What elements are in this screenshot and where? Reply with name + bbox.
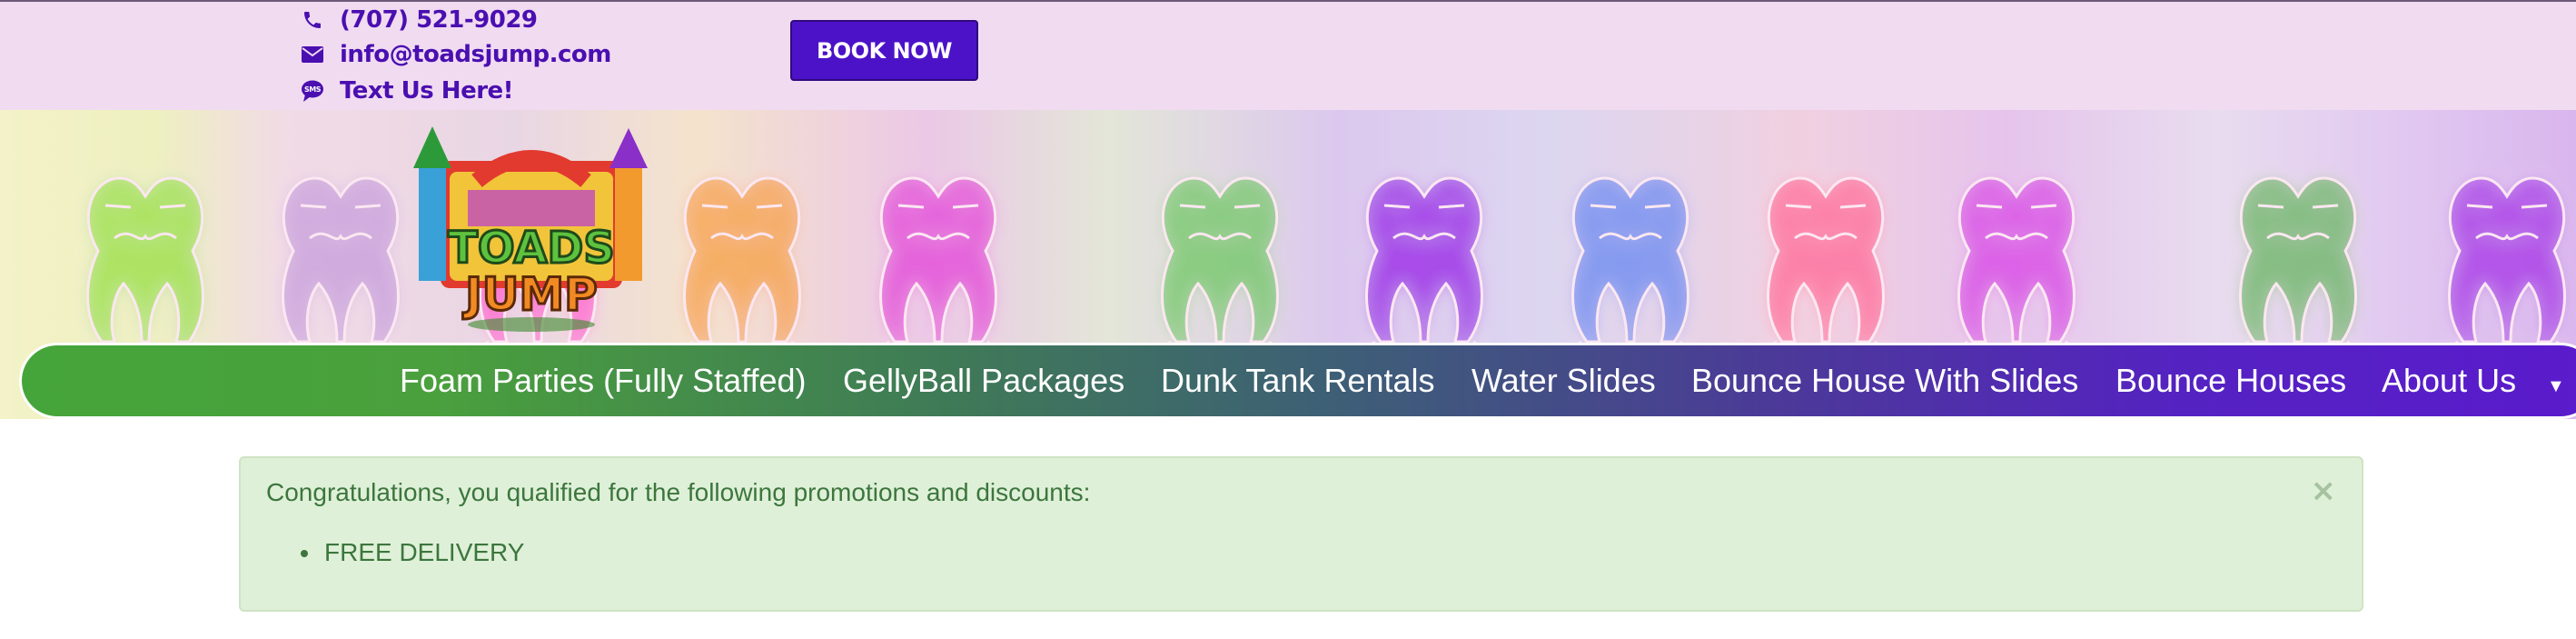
book-now-button[interactable]: BOOK NOW — [790, 20, 978, 81]
email-address: info@toadsjump.com — [340, 41, 611, 68]
nav-water-slides[interactable]: Water Slides — [1471, 345, 1656, 416]
alert-message: Congratulations, you qualified for the f… — [266, 478, 1091, 506]
nav-about-us[interactable]: About Us — [2382, 345, 2516, 416]
nav-bounce-houses[interactable]: Bounce Houses — [2115, 345, 2346, 416]
nav-gellyball-packages[interactable]: GellyBall Packages — [843, 345, 1125, 416]
main-navigation: Foam Parties (Fully Staffed) GellyBall P… — [19, 343, 2576, 419]
promotion-alert: Congratulations, you qualified for the f… — [239, 456, 2363, 612]
phone-number: (707) 521-9029 — [340, 6, 538, 34]
promotion-list: FREE DELIVERY — [300, 538, 524, 567]
list-item: FREE DELIVERY — [300, 538, 524, 567]
logo-text-jump: JUMP — [462, 268, 598, 321]
text-us-label: Text Us Here! — [340, 77, 514, 105]
close-icon[interactable]: × — [2311, 473, 2337, 509]
envelope-icon — [294, 41, 331, 68]
svg-text:SMS: SMS — [304, 85, 322, 94]
nav-foam-parties[interactable]: Foam Parties (Fully Staffed) — [400, 345, 807, 416]
toads-jump-logo[interactable]: TOADS JUMP — [413, 126, 649, 335]
phone-icon — [294, 6, 331, 34]
chevron-down-icon[interactable]: ▼ — [2547, 376, 2565, 397]
logo-text-toads: TOADS — [448, 223, 615, 274]
top-contact-bar: (707) 521-9029 info@toadsjump.com SMS Te… — [0, 0, 2576, 110]
email-link[interactable]: info@toadsjump.com — [294, 36, 611, 73]
phone-link[interactable]: (707) 521-9029 — [294, 2, 538, 38]
nav-bounce-house-with-slides[interactable]: Bounce House With Slides — [1691, 345, 2078, 416]
nav-dunk-tank-rentals[interactable]: Dunk Tank Rentals — [1161, 345, 1435, 416]
sms-chat-icon: SMS — [294, 77, 331, 105]
text-us-link[interactable]: SMS Text Us Here! — [294, 73, 514, 109]
